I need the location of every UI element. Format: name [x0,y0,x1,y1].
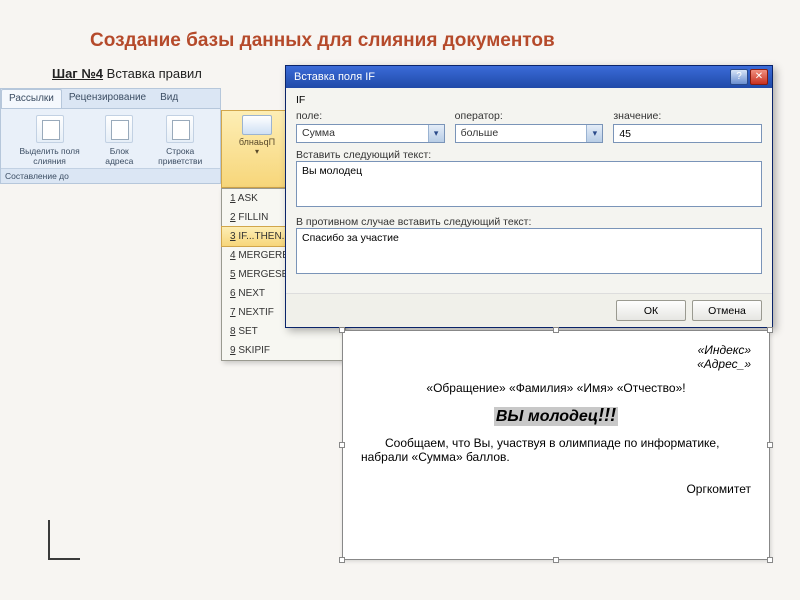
help-button[interactable]: ? [730,69,748,85]
merge-field-index: «Индекс» [361,343,751,357]
ribbon-address-block[interactable]: Блок адреса [94,115,144,166]
slide-title: Создание базы данных для слияния докумен… [90,30,555,52]
operator-value: больше [456,125,587,142]
ribbon: Рассылки Рецензирование Вид Выделить пол… [0,88,221,184]
cancel-button[interactable]: Отмена [692,300,762,321]
document-icon [36,115,64,143]
tab-mailings[interactable]: Рассылки [1,89,62,108]
else-text-textarea[interactable]: Спасибо за участие [296,228,762,274]
chevron-down-icon[interactable]: ▾ [428,125,444,142]
operator-label: оператор: [455,110,604,122]
step-number: Шаг №4 [52,66,103,81]
rules-dropdown-button[interactable]: блнаьqП ▾ [221,110,293,188]
ok-button[interactable]: ОК [616,300,686,321]
step-heading: Шаг №4 Вставка правил [52,66,202,81]
menu-item-skipif[interactable]: 9 SKIPIF [222,341,345,360]
merge-greeting-line: «Обращение» «Фамилия» «Имя» «Отчество»! [361,381,751,395]
selection-handle[interactable] [339,327,345,333]
document-icon [166,115,194,143]
ribbon-item-label: Выделить поля слияния [9,146,90,166]
operator-select[interactable]: больше ▾ [455,124,604,143]
document-body: Сообщаем, что Вы, участвуя в олимпиаде п… [361,436,751,464]
step-text: Вставка правил [107,66,202,81]
value-input[interactable] [613,124,762,143]
if-result-text: ВЫ молодец [496,408,598,425]
field-value: Сумма [297,125,428,142]
dialog-title: Вставка поля IF [294,71,375,83]
ribbon-group-label: Составление до [1,168,220,183]
selection-handle[interactable] [767,442,773,448]
selection-handle[interactable] [553,327,559,333]
selection-handle[interactable] [767,557,773,563]
rules-button-label: блнаьqП [222,137,292,147]
chevron-down-icon: ▾ [222,147,292,156]
ribbon-highlight-merge-fields[interactable]: Выделить поля слияния [5,115,94,166]
ribbon-item-label: Блок адреса [98,146,140,166]
document-signature: Оргкомитет [361,482,751,496]
close-button[interactable]: ✕ [750,69,768,85]
merge-field-address: «Адрес_» [361,357,751,371]
selection-handle[interactable] [767,327,773,333]
document-preview: «Индекс» «Адрес_» «Обращение» «Фамилия» … [342,330,770,560]
value-label: значение: [613,110,762,122]
ribbon-tabs: Рассылки Рецензирование Вид [1,89,220,109]
dialog-titlebar[interactable]: Вставка поля IF ? ✕ [286,66,772,88]
else-text-label: В противном случае вставить следующий те… [296,216,531,228]
tab-view[interactable]: Вид [153,89,185,108]
if-result-exclaim: !!! [598,405,616,425]
ribbon-item-label: Строка приветстви [148,146,212,166]
document-icon [105,115,133,143]
field-select[interactable]: Сумма ▾ [296,124,445,143]
if-label: IF [296,94,762,106]
ribbon-greeting-line[interactable]: Строка приветстви [144,115,216,166]
insert-text-label: Вставить следующий текст: [296,149,762,161]
selection-handle[interactable] [339,557,345,563]
chevron-down-icon[interactable]: ▾ [586,125,602,142]
selection-handle[interactable] [553,557,559,563]
rules-icon [242,115,272,135]
insert-if-field-dialog: Вставка поля IF ? ✕ IF поле: Сумма ▾ опе… [285,65,773,328]
tab-review[interactable]: Рецензирование [62,89,153,108]
insert-text-textarea[interactable]: Вы молодец [296,161,762,207]
if-field-result: ВЫ молодец!!! [494,407,618,426]
selection-handle[interactable] [339,442,345,448]
field-label: поле: [296,110,445,122]
